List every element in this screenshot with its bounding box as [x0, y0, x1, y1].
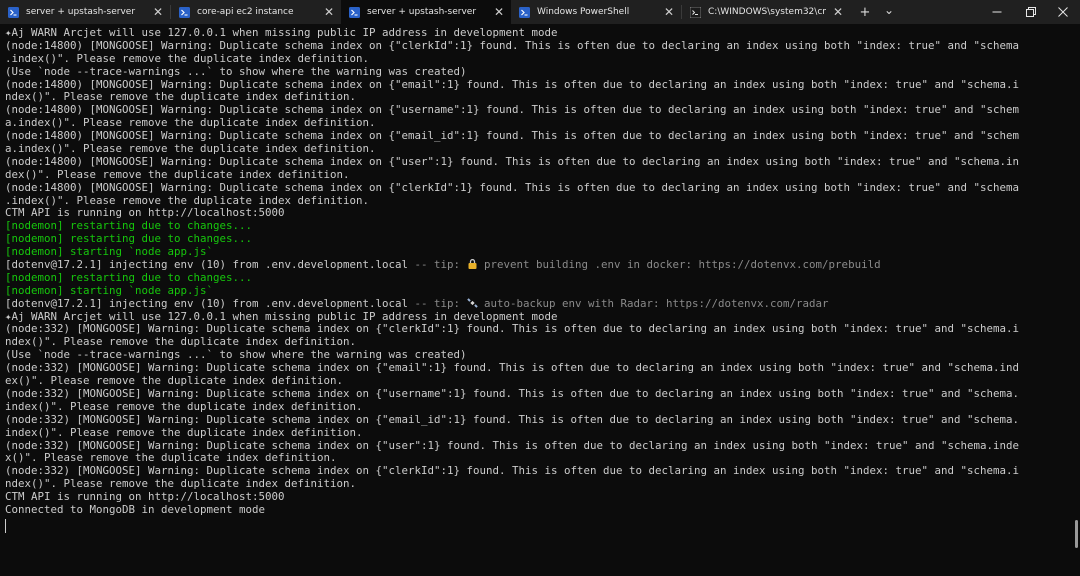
tab-title: core-api ec2 instance	[197, 7, 294, 17]
terminal-text: .index()". Please remove the duplicate i…	[5, 51, 370, 65]
terminal-text: a.index()". Please remove the duplicate …	[5, 116, 376, 130]
close-icon[interactable]: ✕	[663, 6, 675, 18]
terminal-text: prevent building .env in docker: https:/…	[477, 258, 881, 272]
terminal-text: [nodemon] starting `node app.js`	[5, 245, 214, 259]
tab-dropdown-button[interactable]: ⌄	[880, 0, 898, 24]
terminal-text: (node:14800) [MONGOOSE] Warning: Duplica…	[5, 103, 1020, 117]
terminal-text: (node:14800) [MONGOOSE] Warning: Duplica…	[5, 38, 1020, 52]
close-icon	[1058, 7, 1068, 17]
minimize-button[interactable]	[980, 0, 1014, 24]
new-tab-button[interactable]: +	[850, 0, 880, 24]
terminal-text: (node:14800) [MONGOOSE] Warning: Duplica…	[5, 77, 1020, 91]
terminal-text: ex()". Please remove the duplicate index…	[5, 374, 344, 388]
terminal-text: [nodemon] restarting due to changes...	[5, 270, 253, 284]
terminal-text: ✦Aj WARN Arcjet will use 127.0.0.1 when …	[5, 26, 558, 39]
tab-core-api[interactable]: core-api ec2 instance ✕	[171, 0, 341, 24]
tab-windows-powershell[interactable]: Windows PowerShell ✕	[511, 0, 681, 24]
terminal-text: CTM API is running on http://localhost:5…	[5, 490, 285, 504]
terminal-text: [dotenv@17.2.1] injecting env (10) from …	[5, 296, 415, 310]
terminal-text: -- tip:	[414, 258, 467, 272]
close-window-button[interactable]	[1046, 0, 1080, 24]
terminal-text: x()". Please remove the duplicate index …	[5, 451, 337, 465]
terminal-text: ndex()". Please remove the duplicate ind…	[5, 335, 357, 349]
tab-server-upstash-active[interactable]: server + upstash-server ✕	[341, 0, 511, 24]
tab-server-upstash-1[interactable]: server + upstash-server ✕	[0, 0, 170, 24]
terminal-text: (node:332) [MONGOOSE] Warning: Duplicate…	[5, 412, 1020, 426]
terminal-text: .index()". Please remove the duplicate i…	[5, 193, 370, 207]
terminal-line: Connected to MongoDB in development mode	[5, 502, 1067, 517]
terminal-text: dex()". Please remove the duplicate inde…	[5, 167, 350, 181]
terminal-text: [nodemon] starting `node app.js`	[5, 283, 214, 297]
terminal-text: CTM API is running on http://localhost:5…	[5, 206, 285, 220]
terminal-text: ✦Aj WARN Arcjet will use 127.0.0.1 when …	[5, 309, 558, 323]
terminal-text: (node:332) [MONGOOSE] Warning: Duplicate…	[5, 464, 1020, 478]
terminal-text: index()". Please remove the duplicate in…	[5, 399, 363, 413]
terminal-text: [dotenv@17.2.1] injecting env (10) from …	[5, 258, 415, 272]
close-icon[interactable]: ✕	[832, 6, 844, 18]
close-icon[interactable]: ✕	[152, 6, 164, 18]
terminal-text: [nodemon] restarting due to changes...	[5, 219, 253, 233]
restore-icon	[1026, 7, 1036, 17]
close-icon[interactable]: ✕	[323, 6, 335, 18]
tab-title: server + upstash-server	[367, 7, 477, 17]
tab-cmd[interactable]: C:\WINDOWS\system32\cmd.e ✕	[682, 0, 850, 24]
terminal-text: index()". Please remove the duplicate in…	[5, 425, 363, 439]
tab-bar: server + upstash-server ✕ core-api ec2 i…	[0, 0, 1080, 24]
minimize-icon	[992, 11, 1002, 13]
cmd-icon	[690, 6, 701, 18]
tab-title: Windows PowerShell	[537, 7, 630, 17]
terminal-text: [nodemon] restarting due to changes...	[5, 232, 253, 246]
terminal-text: (node:332) [MONGOOSE] Warning: Duplicate…	[5, 361, 1020, 375]
terminal-text: (node:14800) [MONGOOSE] Warning: Duplica…	[5, 129, 1020, 143]
satellite-icon	[466, 297, 478, 308]
terminal-output[interactable]: ✦Aj WARN Arcjet will use 127.0.0.1 when …	[5, 26, 1067, 572]
terminal-text: (node:14800) [MONGOOSE] Warning: Duplica…	[5, 154, 1020, 168]
powershell-icon	[8, 6, 19, 18]
powershell-icon	[179, 6, 190, 18]
terminal-text: ndex()". Please remove the duplicate ind…	[5, 90, 357, 104]
text-cursor	[5, 519, 6, 533]
scrollbar-thumb[interactable]	[1075, 520, 1078, 548]
lock-icon	[467, 259, 478, 270]
terminal-text: (Use `node --trace-warnings ...` to show…	[5, 348, 467, 362]
terminal-text: -- tip:	[414, 296, 467, 310]
terminal-text: a.index()". Please remove the duplicate …	[5, 142, 376, 156]
terminal-text: Connected to MongoDB in development mode	[5, 502, 266, 516]
terminal-text: (node:14800) [MONGOOSE] Warning: Duplica…	[5, 180, 1020, 194]
terminal-text: (node:332) [MONGOOSE] Warning: Duplicate…	[5, 438, 1020, 452]
terminal-text: (node:332) [MONGOOSE] Warning: Duplicate…	[5, 322, 1020, 336]
tab-title: server + upstash-server	[26, 7, 136, 17]
terminal-window: server + upstash-server ✕ core-api ec2 i…	[0, 0, 1080, 576]
terminal-text: (node:332) [MONGOOSE] Warning: Duplicate…	[5, 386, 1020, 400]
restore-button[interactable]	[1014, 0, 1048, 24]
powershell-icon	[519, 6, 530, 18]
powershell-icon	[349, 6, 360, 18]
close-icon[interactable]: ✕	[493, 6, 505, 18]
terminal-text: auto-backup env with Radar: https://dote…	[477, 296, 829, 310]
terminal-text: ndex()". Please remove the duplicate ind…	[5, 477, 357, 491]
tab-title: C:\WINDOWS\system32\cmd.e	[708, 7, 826, 17]
terminal-text: (Use `node --trace-warnings ...` to show…	[5, 64, 467, 78]
